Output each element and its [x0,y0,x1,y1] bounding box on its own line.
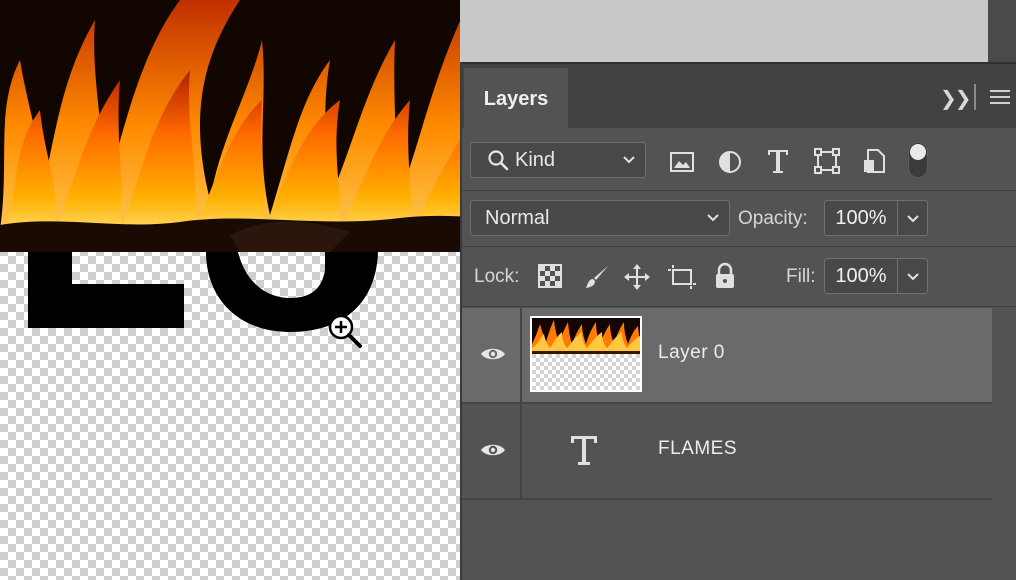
tab-layers[interactable]: Layers [464,68,568,130]
fill-field[interactable]: 100% [824,258,928,294]
fill-label: Fill: [786,266,816,287]
filter-kind-dropdown[interactable]: Kind [470,142,646,178]
image-filter-icon[interactable] [670,152,694,172]
search-icon [488,150,509,171]
blend-row: Normal Opacity: 100% [462,190,1016,247]
layer-thumbnail[interactable] [530,316,642,392]
chevron-down-icon [906,273,919,281]
chevron-down-icon [707,214,719,222]
visibility-toggle[interactable] [462,308,522,402]
filter-kind-label: Kind [515,148,556,171]
header-divider [974,84,976,110]
panel-scroll-area [992,308,1016,580]
eye-icon [481,348,505,360]
opacity-value[interactable]: 100% [825,201,898,235]
lock-label: Lock: [474,266,520,287]
visibility-toggle[interactable] [462,404,522,498]
type-layer-icon [571,436,597,465]
shape-filter-icon[interactable] [814,148,840,174]
document-canvas[interactable] [0,0,460,580]
layer-name[interactable]: FLAMES [658,438,737,460]
filter-toggle-knob [910,144,926,160]
lock-row: Lock: Fill: 100% [462,246,1016,307]
flames-thumbnail [532,318,640,354]
blend-mode-label: Normal [485,206,550,229]
panel-menu-icon[interactable] [990,90,1010,108]
panel-header: Layers ❯❯ [462,62,1016,130]
lock-transparent-pixels-icon[interactable] [538,264,562,288]
layer-row-layer-0[interactable]: Layer 0 [462,308,992,404]
chevron-down-icon [906,215,919,223]
lock-artboard-icon[interactable] [668,264,696,290]
lock-all-icon[interactable] [714,262,736,290]
eye-icon [481,444,505,456]
flames-text-glyphs [28,252,378,332]
lock-position-icon[interactable] [624,264,650,290]
filter-toggle[interactable] [908,142,928,178]
layer-name[interactable]: Layer 0 [658,342,725,364]
opacity-dropdown-button[interactable] [898,201,927,235]
type-filter-icon[interactable] [766,148,790,174]
fill-value[interactable]: 100% [825,259,898,293]
workspace-edge [988,0,1016,62]
double-chevron-right-icon[interactable]: ❯❯ [940,86,971,111]
layers-panel: Layers ❯❯ Kind Normal Opacity: 100% Lock… [460,62,1016,580]
opacity-label: Opacity: [738,208,808,229]
zoom-in-cursor-icon [328,314,362,348]
layer-row-flames[interactable]: FLAMES [462,404,992,500]
opacity-field[interactable]: 100% [824,200,928,236]
blend-mode-dropdown[interactable]: Normal [470,200,730,236]
tab-layers-label: Layers [483,87,549,110]
chevron-down-icon [623,156,635,164]
lock-image-pixels-icon[interactable] [584,264,610,290]
layer-filter-row: Kind [462,128,1016,191]
pasteboard [596,0,988,62]
smart-object-filter-icon[interactable] [862,148,886,174]
fill-dropdown-button[interactable] [898,259,927,293]
adjustment-filter-icon[interactable] [718,150,742,174]
